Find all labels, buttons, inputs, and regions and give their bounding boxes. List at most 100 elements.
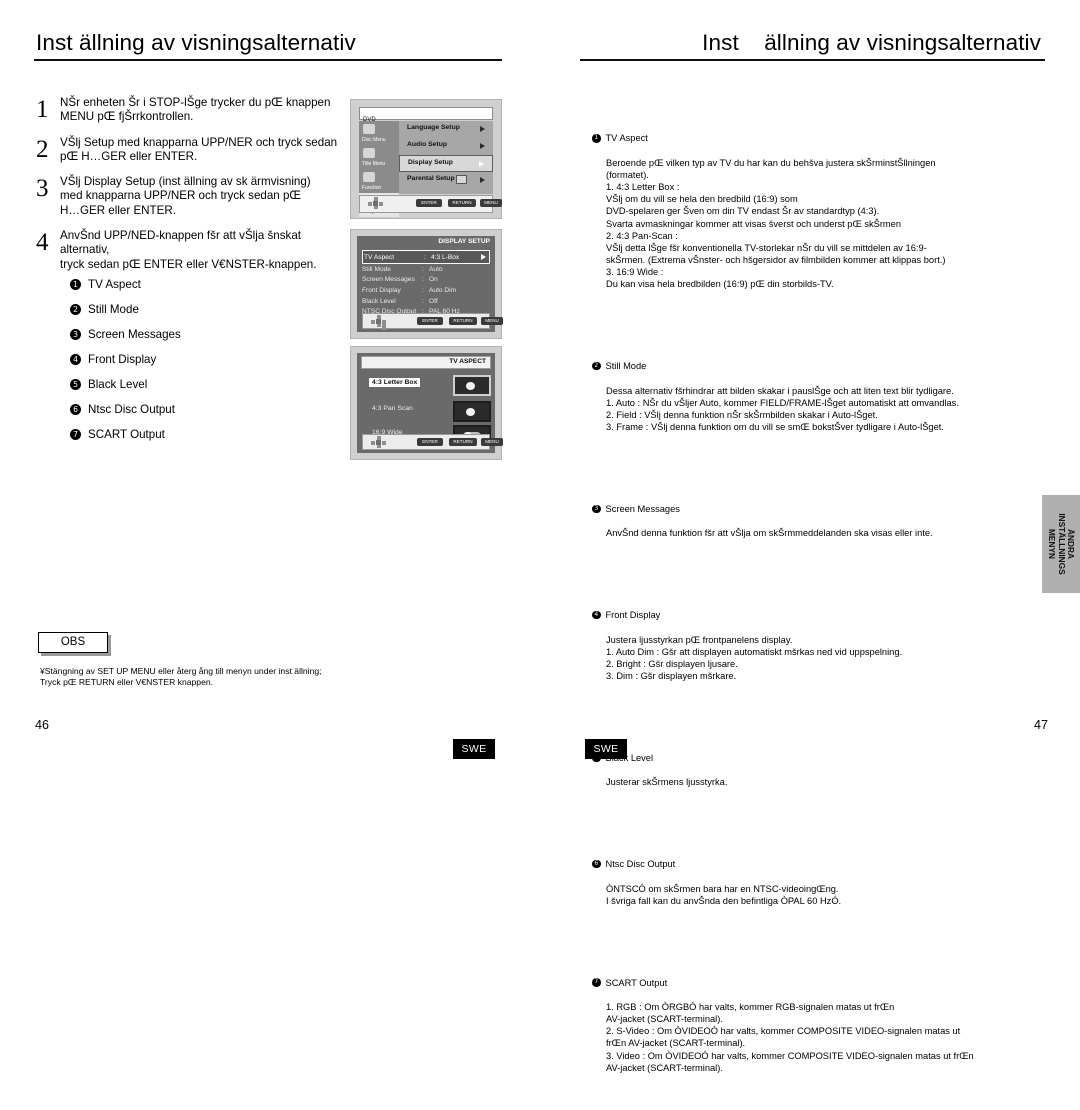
- osd-row-tv-aspect: TV Aspect : 4:3 L-Box: [362, 250, 490, 264]
- dpad-icon: [364, 197, 386, 209]
- osd-menu-panel: Language Setup Audio Setup Display Setup…: [399, 121, 493, 194]
- osd-sidebar-item-title-menu: Title Menu: [359, 145, 399, 169]
- side-thumb-tab: ÄNDRA INSTÄLLNINGS MENYN: [1042, 495, 1080, 593]
- chevron-right-icon: [480, 143, 485, 149]
- osd-sidebar-label: Title Menu: [362, 161, 386, 167]
- chevron-right-icon: [479, 161, 484, 167]
- osd-key-menu: MENU: [480, 199, 502, 207]
- description-section-tv-aspect: 1 TV Aspect Beroende pŒ vilken typ av TV…: [592, 120, 1044, 302]
- numbered-bullet-icon: 2: [592, 361, 601, 371]
- osd-sidebar-item-disc-menu: Disc Menu: [359, 121, 399, 145]
- osd-menu-item-parental-setup: Parental Setup :: [399, 172, 493, 189]
- list-item: 6 Ntsc Disc Output: [70, 397, 320, 422]
- osd-button-bar: ENTER RETURN MENU: [359, 195, 502, 213]
- list-item: 5 Black Level: [70, 372, 320, 397]
- osd-row-front-display: Front Display : Auto Dim: [362, 285, 490, 296]
- osd-screen: TV ASPECT 4:3 Letter Box 4:3 Pan Scan 16…: [357, 353, 503, 453]
- description-section-black-level: 5 Black Level Justerar skŠrmens ljusstyr…: [592, 740, 1044, 801]
- chevron-right-icon: [480, 177, 485, 183]
- step-item: 3 VŠlj Display Setup (inst ällning av sk…: [36, 175, 346, 218]
- osd-aspect-option-panscan: 4:3 Pan Scan: [369, 399, 491, 423]
- numbered-bullet-icon: 3: [70, 329, 81, 340]
- osd-screenshot-setup-menu: DVD Disc Menu Title Menu Function Setup: [350, 99, 502, 219]
- section-title: SCART Output: [605, 977, 668, 988]
- step-text: NŠr enheten Šr i STOP-lŠge trycker du pŒ…: [60, 96, 331, 124]
- description-section-scart-output: 7 SCART Output 1. RGB : Om ÒRGBÓ har val…: [592, 964, 1044, 1086]
- osd-row-key: TV Aspect: [364, 253, 395, 261]
- dpad-icon: [367, 315, 389, 331]
- osd-key-return: RETURN: [448, 199, 476, 207]
- osd-button-bar: ENTER RETURN MENU: [362, 313, 503, 331]
- osd-row-value: Off: [429, 297, 438, 305]
- page-number-right: 47: [1034, 718, 1048, 732]
- osd-key-menu: MENU: [481, 438, 503, 446]
- description-section-screen-messages: 3 Screen Messages AnvŠnd denna funktion …: [592, 491, 1044, 552]
- section-title: Screen Messages: [605, 504, 680, 514]
- disc-menu-icon: [363, 124, 375, 134]
- page-number-left: 46: [35, 718, 49, 732]
- description-section-still-mode: 2 Still Mode Dessa alternativ fšrhindrar…: [592, 348, 1044, 445]
- section-body: Justera ljusstyrkan pŒ frontpanelens dis…: [606, 634, 903, 682]
- section-heading: 7 SCART Output: [592, 977, 1044, 989]
- numbered-bullet-icon: 7: [592, 978, 601, 987]
- osd-menu-label: Parental Setup :: [407, 175, 459, 182]
- osd-row-key: Black Level: [362, 297, 396, 305]
- option-label: TV Aspect: [88, 278, 141, 291]
- section-body: Justerar skŠrmens ljusstyrka.: [606, 777, 728, 788]
- osd-title-bar: TV ASPECT: [361, 356, 491, 369]
- section-heading: 2 Still Mode: [592, 360, 1044, 372]
- instruction-steps: 1 NŠr enheten Šr i STOP-lŠge trycker du …: [36, 96, 346, 283]
- section-heading: 3 Screen Messages: [592, 503, 1044, 515]
- step-item: 2 VŠlj Setup med knapparna UPP/NER och t…: [36, 136, 346, 165]
- description-column: 1 TV Aspect Beroende pŒ vilken typ av TV…: [592, 96, 1044, 1110]
- section-title: TV Aspect: [605, 133, 648, 144]
- section-title: Ntsc Disc Output: [605, 859, 676, 870]
- section-body: Beroende pŒ vilken typ av TV du har kan …: [606, 157, 946, 290]
- osd-key-return: RETURN: [449, 438, 477, 446]
- list-item: 1 TV Aspect: [70, 272, 320, 297]
- option-label: Black Level: [88, 378, 148, 391]
- osd-menu-item-audio-setup: Audio Setup: [399, 138, 493, 155]
- numbered-bullet-icon: 6: [70, 404, 81, 415]
- step-number: 3: [36, 175, 49, 203]
- section-heading: 1 TV Aspect: [592, 132, 1044, 144]
- osd-menu-item-language-setup: Language Setup: [399, 121, 493, 138]
- numbered-bullet-icon: 7: [70, 429, 81, 440]
- section-body: 1. RGB : Om ÒRGBÓ har valts, kommer RGB-…: [606, 1001, 974, 1073]
- page-title-left-text: Inst ällning av visningsalternativ: [36, 30, 356, 55]
- osd-screenshot-tv-aspect: TV ASPECT 4:3 Letter Box 4:3 Pan Scan 16…: [350, 346, 503, 460]
- language-badge-right: SWE: [585, 739, 627, 759]
- osd-row-key: Front Display: [362, 286, 401, 294]
- section-body: AnvŠnd denna funktion fšr att vŠlja om s…: [606, 528, 933, 539]
- option-label: Still Mode: [88, 303, 139, 316]
- osd-row-colon: :: [424, 253, 426, 261]
- note-text: ¥Stängning av SET UP MENU eller återg ån…: [40, 666, 322, 688]
- osd-screenshot-display-setup: DISPLAY SETUP TV Aspect : 4:3 L-Box Stil…: [350, 229, 503, 339]
- description-section-front-display: 4 Front Display Justera ljusstyrkan pŒ f…: [592, 597, 1044, 694]
- numbered-bullet-icon: 1: [70, 279, 81, 290]
- option-label: SCART Output: [88, 428, 165, 441]
- osd-row-value: Auto Dim: [429, 286, 457, 294]
- step-number: 4: [36, 229, 49, 257]
- step-text: VŠlj Display Setup (inst ällning av sk ä…: [60, 175, 311, 217]
- section-heading: 5 Black Level: [592, 752, 1044, 764]
- osd-row-colon: :: [422, 265, 424, 273]
- step-text: AnvŠnd UPP/NED-knappen fšr att vŠlja šns…: [60, 229, 317, 271]
- aspect-preview-letterbox-icon: [453, 375, 491, 396]
- osd-row-colon: :: [422, 286, 424, 294]
- dpad-icon: [367, 436, 389, 448]
- osd-left-icon-column: Disc Menu Title Menu Function Setup: [359, 121, 399, 217]
- numbered-bullet-icon: 4: [592, 610, 601, 620]
- osd-row-value: On: [429, 276, 438, 284]
- osd-menu-label: Display Setup: [408, 159, 453, 166]
- osd-button-bar: ENTER RETURN MENU: [362, 434, 503, 450]
- step-text: VŠlj Setup med knapparna UPP/NER och try…: [60, 135, 338, 163]
- osd-key-return: RETURN: [449, 317, 477, 325]
- osd-key-enter: ENTER: [417, 317, 443, 325]
- option-label: Ntsc Disc Output: [88, 403, 175, 416]
- osd-aspect-option-letterbox: 4:3 Letter Box: [369, 373, 491, 397]
